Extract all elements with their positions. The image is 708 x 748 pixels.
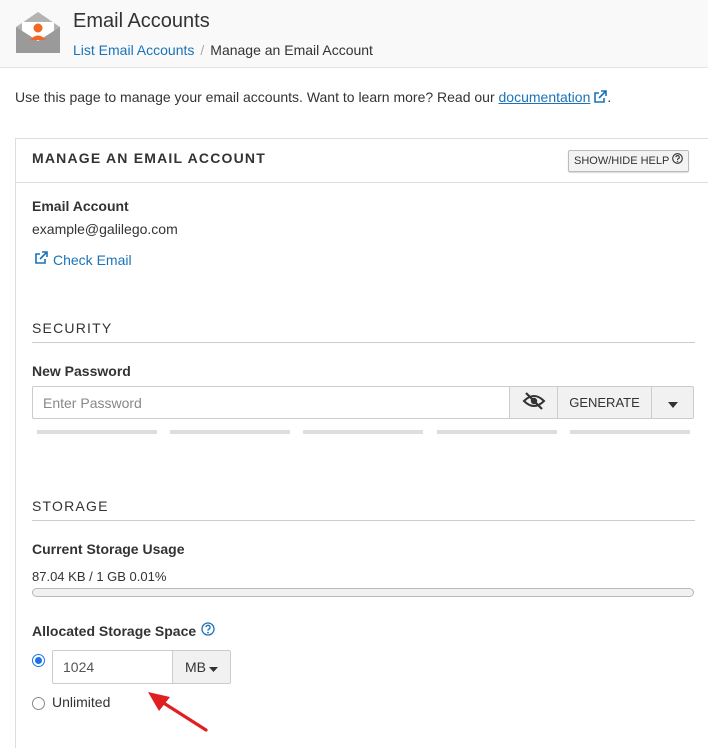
question-icon [672, 151, 684, 171]
email-account-value: example@galilego.com [32, 221, 178, 237]
help-button-label: SHOW/HIDE HELP [574, 155, 670, 167]
allocated-storage-label: Allocated Storage Space [32, 622, 215, 639]
check-email-label: Check Email [53, 251, 132, 268]
intro-sentence: Use this page to manage your email accou… [15, 89, 499, 105]
page-title: Email Accounts [73, 10, 210, 32]
generate-options-dropdown[interactable] [651, 386, 694, 419]
allocated-storage-label-text: Allocated Storage Space [32, 622, 197, 639]
storage-heading: STORAGE [32, 498, 695, 521]
breadcrumb-current: Manage an Email Account [210, 42, 373, 58]
unlimited-radio[interactable] [32, 697, 45, 710]
security-heading: SECURITY [32, 320, 695, 343]
show-hide-help-button[interactable]: SHOW/HIDE HELP [568, 150, 690, 172]
manage-email-panel: MANAGE AN EMAIL ACCOUNT SHOW/HIDE HELP E… [15, 138, 708, 748]
eye-slash-icon [522, 392, 546, 413]
new-password-label: New Password [32, 363, 131, 379]
unlimited-label[interactable]: Unlimited [52, 694, 110, 710]
current-storage-usage-label: Current Storage Usage [32, 541, 185, 557]
unit-label: MB [185, 659, 206, 675]
intro-suffix: . [607, 89, 612, 105]
breadcrumb: List Email Accounts / Manage an Email Acco… [73, 42, 373, 58]
toggle-password-visibility-button[interactable] [509, 386, 558, 419]
quota-input[interactable] [52, 650, 173, 684]
panel-header: MANAGE AN EMAIL ACCOUNT SHOW/HIDE HELP [16, 139, 708, 183]
documentation-link[interactable]: documentation [499, 89, 591, 105]
storage-usage-text: 87.04 KB / 1 GB 0.01% [32, 569, 167, 584]
caret-down-icon [667, 395, 678, 411]
email-account-label: Email Account [32, 198, 129, 214]
password-strength-segment [570, 430, 690, 434]
storage-usage-bar [32, 588, 694, 597]
email-accounts-icon [14, 9, 62, 57]
page-header: Email Accounts List Email Accounts / Manag… [0, 0, 708, 68]
password-strength-segment [37, 430, 157, 434]
generate-password-button[interactable]: GENERATE [557, 386, 652, 419]
external-link-icon [34, 251, 48, 268]
unit-dropdown[interactable]: MB [172, 650, 231, 684]
password-strength-segment [170, 430, 290, 434]
external-link-icon[interactable] [593, 90, 608, 107]
caret-down-icon [209, 659, 218, 675]
breadcrumb-list-email-accounts[interactable]: List Email Accounts [73, 42, 194, 58]
help-question-icon[interactable] [201, 622, 215, 639]
annotation-arrow-icon [148, 692, 208, 732]
breadcrumb-separator: / [200, 42, 205, 58]
password-strength-segment [303, 430, 423, 434]
quota-radio[interactable] [32, 654, 45, 667]
panel-title: MANAGE AN EMAIL ACCOUNT [32, 150, 266, 166]
intro-text: Use this page to manage your email accou… [15, 89, 611, 107]
password-input[interactable] [32, 386, 510, 419]
check-email-link[interactable]: Check Email [34, 251, 132, 268]
password-strength-segment [437, 430, 557, 434]
